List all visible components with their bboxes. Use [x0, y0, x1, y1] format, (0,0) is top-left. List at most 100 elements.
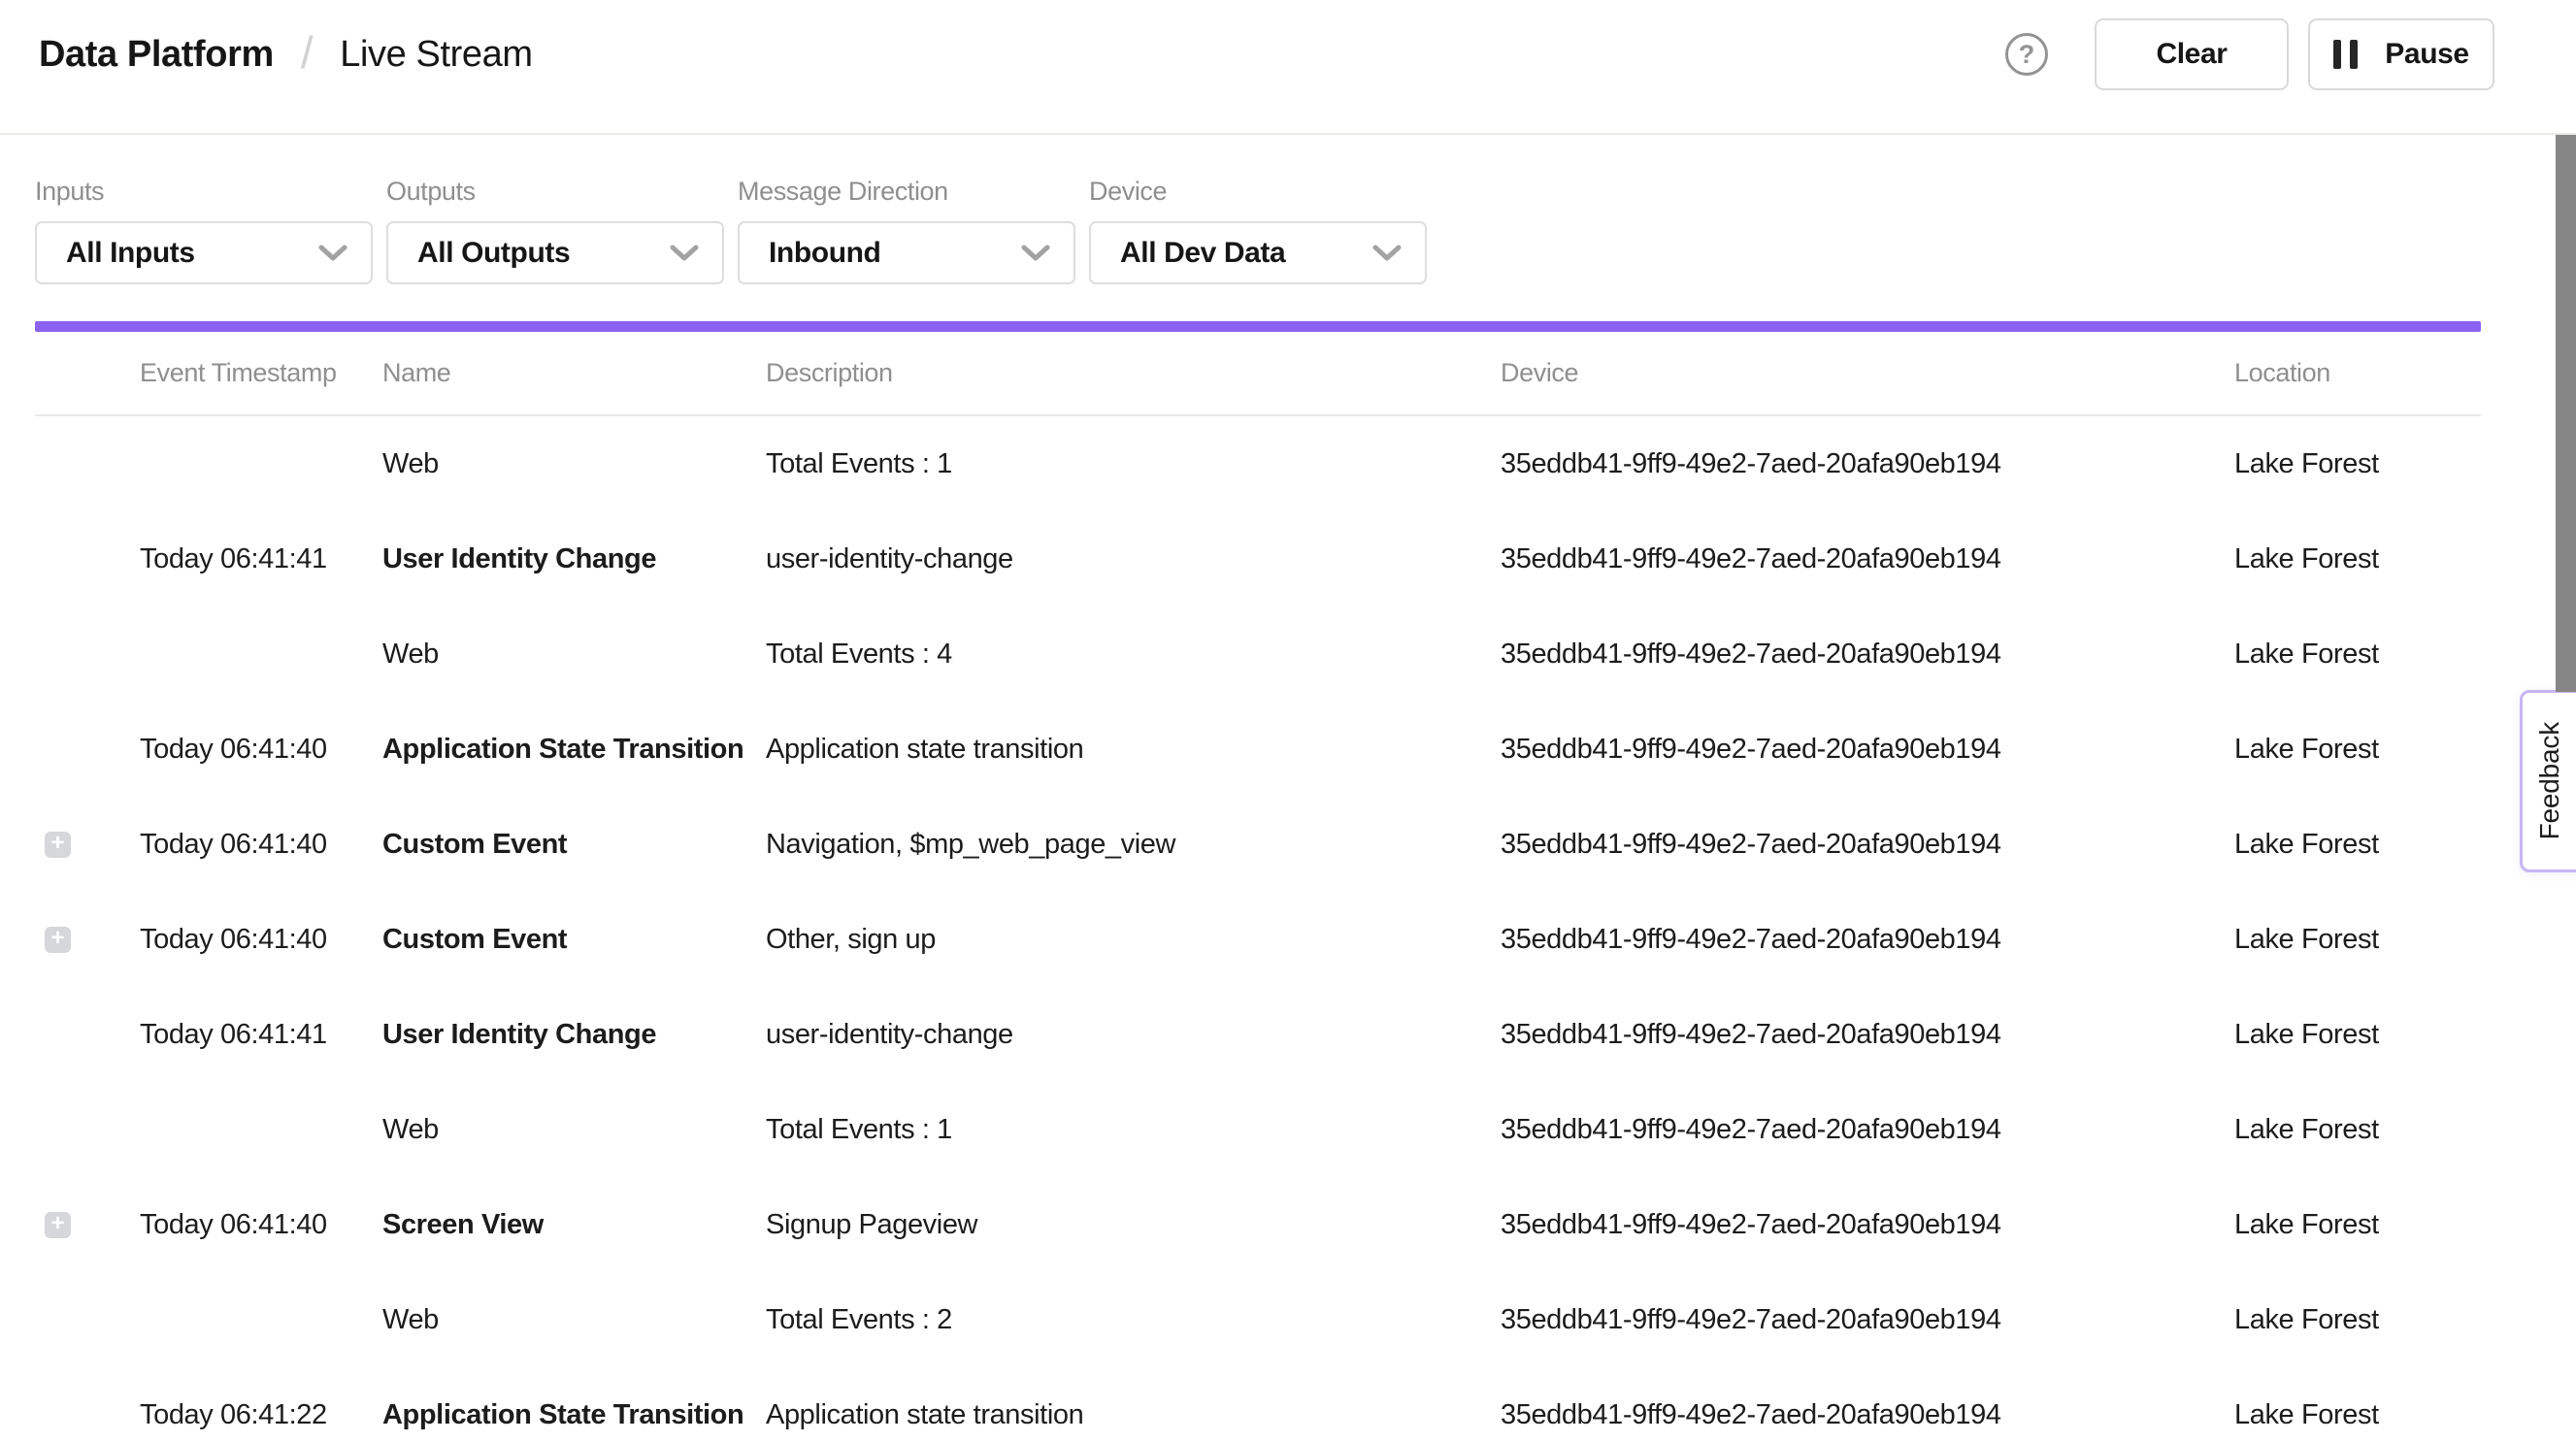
expand-cell: +: [35, 927, 107, 953]
outputs-dropdown[interactable]: All Outputs: [386, 221, 724, 284]
page-header: Data Platform / Live Stream ? Clear Paus…: [0, 0, 2576, 135]
table-row[interactable]: WebTotal Events : 435eddb41-9ff9-49e2-7a…: [35, 606, 2481, 702]
description-cell: Total Events : 1: [766, 448, 1501, 480]
event-name-cell: Web: [382, 1304, 766, 1336]
filter-group-message-direction: Message Direction Inbound: [738, 178, 1075, 284]
location-cell: Lake Forest: [2234, 1209, 2481, 1241]
device-id-cell: 35eddb41-9ff9-49e2-7aed-20afa90eb194: [1501, 1019, 2234, 1051]
filter-label-outputs: Outputs: [386, 178, 724, 205]
filter-bar: Inputs All Inputs Outputs All Outputs Me…: [0, 135, 2576, 284]
chevron-down-icon: [1021, 245, 1050, 262]
header-event-timestamp: Event Timestamp: [107, 358, 382, 388]
event-name-cell: Application State Transition: [382, 1399, 766, 1431]
expand-cell: +: [35, 1212, 107, 1238]
event-name-cell: Custom Event: [382, 924, 766, 956]
description-cell: Total Events : 2: [766, 1304, 1501, 1336]
table-row[interactable]: WebTotal Events : 135eddb41-9ff9-49e2-7a…: [35, 416, 2481, 511]
plus-icon: +: [50, 927, 64, 950]
event-timestamp-cell: Today 06:41:40: [107, 734, 382, 766]
description-cell: Application state transition: [766, 1399, 1501, 1431]
table-row[interactable]: Today 06:41:40Application State Transiti…: [35, 702, 2481, 797]
live-stream-table: Event Timestamp Name Description Device …: [35, 332, 2481, 1442]
device-id-cell: 35eddb41-9ff9-49e2-7aed-20afa90eb194: [1501, 924, 2234, 956]
message-direction-dropdown[interactable]: Inbound: [738, 221, 1075, 284]
event-name-cell: Custom Event: [382, 829, 766, 861]
event-name-cell: User Identity Change: [382, 1019, 766, 1051]
table-row[interactable]: WebTotal Events : 235eddb41-9ff9-49e2-7a…: [35, 1272, 2481, 1367]
pause-button[interactable]: Pause: [2308, 18, 2494, 90]
feedback-tab-label: Feedback: [2534, 722, 2565, 839]
filter-label-message-direction: Message Direction: [738, 178, 1075, 205]
plus-icon: +: [50, 832, 64, 855]
table-row[interactable]: Today 06:41:22Application State Transiti…: [35, 1367, 2481, 1442]
event-timestamp-cell: Today 06:41:40: [107, 829, 382, 861]
chevron-down-icon: [670, 245, 699, 262]
vertical-scrollbar-thumb[interactable]: [2556, 135, 2576, 692]
filter-label-inputs: Inputs: [35, 178, 373, 205]
plus-icon: +: [50, 1212, 64, 1235]
event-timestamp-cell: Today 06:41:40: [107, 1209, 382, 1241]
description-cell: Total Events : 1: [766, 1114, 1501, 1146]
description-cell: Total Events : 4: [766, 639, 1501, 671]
event-timestamp-cell: Today 06:41:22: [107, 1399, 382, 1431]
table-header-row: Event Timestamp Name Description Device …: [35, 332, 2481, 416]
help-icon[interactable]: ?: [2005, 33, 2048, 76]
device-id-cell: 35eddb41-9ff9-49e2-7aed-20afa90eb194: [1501, 639, 2234, 671]
message-direction-dropdown-value: Inbound: [769, 237, 881, 270]
device-id-cell: 35eddb41-9ff9-49e2-7aed-20afa90eb194: [1501, 1209, 2234, 1241]
inputs-dropdown[interactable]: All Inputs: [35, 221, 373, 284]
event-name-cell: Screen View: [382, 1209, 766, 1241]
table-row[interactable]: + Today 06:41:40Screen ViewSignup Pagevie…: [35, 1177, 2481, 1272]
device-id-cell: 35eddb41-9ff9-49e2-7aed-20afa90eb194: [1501, 1114, 2234, 1146]
description-cell: Application state transition: [766, 734, 1501, 766]
location-cell: Lake Forest: [2234, 924, 2481, 956]
table-row[interactable]: + Today 06:41:40Custom EventOther, sign u…: [35, 892, 2481, 987]
description-cell: Signup Pageview: [766, 1209, 1501, 1241]
device-dropdown[interactable]: All Dev Data: [1089, 221, 1427, 284]
header-name: Name: [382, 358, 766, 388]
expand-row-button[interactable]: +: [45, 927, 71, 953]
inputs-dropdown-value: All Inputs: [66, 237, 195, 270]
table-row[interactable]: Today 06:41:41User Identity Changeuser-i…: [35, 511, 2481, 606]
location-cell: Lake Forest: [2234, 1399, 2481, 1431]
location-cell: Lake Forest: [2234, 1019, 2481, 1051]
filter-label-device: Device: [1089, 178, 1427, 205]
pause-icon: [2333, 40, 2358, 69]
chevron-down-icon: [318, 245, 347, 262]
description-cell: Other, sign up: [766, 924, 1501, 956]
expand-row-button[interactable]: +: [45, 1212, 71, 1238]
event-name-cell: Web: [382, 639, 766, 671]
device-id-cell: 35eddb41-9ff9-49e2-7aed-20afa90eb194: [1501, 448, 2234, 480]
location-cell: Lake Forest: [2234, 829, 2481, 861]
filter-group-outputs: Outputs All Outputs: [386, 178, 724, 284]
event-timestamp-cell: Today 06:41:41: [107, 1019, 382, 1051]
device-id-cell: 35eddb41-9ff9-49e2-7aed-20afa90eb194: [1501, 1304, 2234, 1336]
device-id-cell: 35eddb41-9ff9-49e2-7aed-20afa90eb194: [1501, 734, 2234, 766]
location-cell: Lake Forest: [2234, 639, 2481, 671]
location-cell: Lake Forest: [2234, 543, 2481, 575]
table-row[interactable]: +Today 06:41:40Custom EventNavigation, $…: [35, 797, 2481, 892]
description-cell: user-identity-change: [766, 543, 1501, 575]
device-dropdown-value: All Dev Data: [1120, 237, 1285, 270]
device-id-cell: 35eddb41-9ff9-49e2-7aed-20afa90eb194: [1501, 1399, 2234, 1431]
location-cell: Lake Forest: [2234, 734, 2481, 766]
page-title: Live Stream: [340, 34, 532, 76]
event-name-cell: User Identity Change: [382, 543, 766, 575]
expand-row-button[interactable]: +: [45, 832, 71, 858]
device-id-cell: 35eddb41-9ff9-49e2-7aed-20afa90eb194: [1501, 829, 2234, 861]
outputs-dropdown-value: All Outputs: [417, 237, 570, 270]
breadcrumb-separator: /: [301, 26, 313, 79]
event-timestamp-cell: Today 06:41:40: [107, 924, 382, 956]
breadcrumb-section[interactable]: Data Platform: [39, 34, 274, 76]
chevron-down-icon: [1372, 245, 1402, 262]
table-body: WebTotal Events : 135eddb41-9ff9-49e2-7a…: [35, 416, 2481, 1442]
table-row[interactable]: WebTotal Events : 135eddb41-9ff9-49e2-7a…: [35, 1082, 2481, 1177]
breadcrumb: Data Platform / Live Stream: [39, 28, 533, 81]
location-cell: Lake Forest: [2234, 1304, 2481, 1336]
location-cell: Lake Forest: [2234, 448, 2481, 480]
description-cell: user-identity-change: [766, 1019, 1501, 1051]
header-description: Description: [766, 358, 1501, 388]
feedback-tab[interactable]: Feedback: [2520, 690, 2576, 872]
table-row[interactable]: Today 06:41:41User Identity Changeuser-i…: [35, 987, 2481, 1082]
clear-button[interactable]: Clear: [2095, 18, 2289, 90]
